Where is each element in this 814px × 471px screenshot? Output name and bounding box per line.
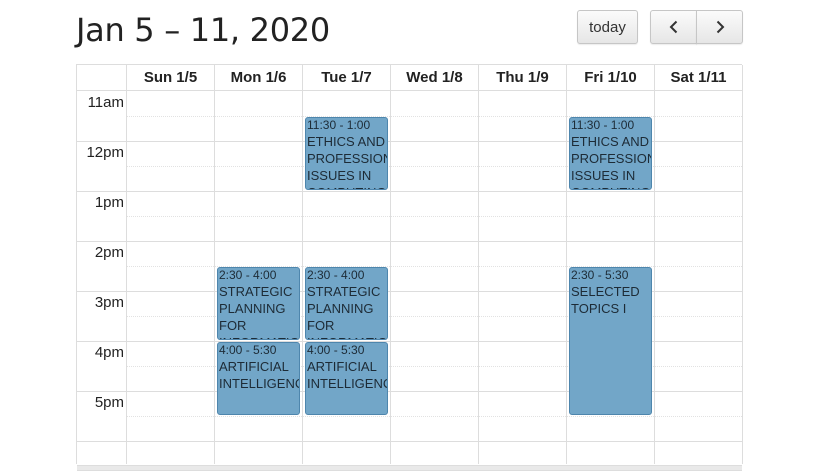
event-title: SELECTED TOPICS I [571, 284, 640, 316]
week-grid: Sun 1/5 Mon 1/6 Tue 1/7 Wed 1/8 Thu 1/9 Fri 1… [76, 64, 743, 471]
event-time: 2:30 - 4:00 [219, 268, 277, 282]
event-time: 4:00 - 5:30 [307, 343, 365, 357]
time-label-3: 2pm [94, 244, 124, 261]
event-time: 2:30 - 5:30 [571, 268, 629, 282]
day-header-5[interactable]: Fri 1/10 [567, 65, 654, 90]
hour-line [77, 241, 742, 242]
grid-bottom-band [77, 465, 742, 471]
column-divider [390, 65, 391, 464]
hour-line [77, 191, 742, 192]
column-divider [742, 65, 743, 464]
calendar-event[interactable]: 11:30 - 1:00 ETHICS AND PROFESSIONAL ISSU… [305, 117, 388, 190]
calendar-event[interactable]: 2:30 - 4:00 STRATEGIC PLANNING FOR INFORM… [217, 267, 300, 340]
calendar-event[interactable]: 11:30 - 1:00 ETHICS AND PROFESSIONAL ISSU… [569, 117, 652, 190]
chevron-left-icon [669, 20, 677, 34]
column-divider [126, 65, 127, 464]
column-divider [478, 65, 479, 464]
page-title: Jan 5 – 11, 2020 [76, 11, 330, 49]
half-hour-line [127, 216, 742, 217]
prev-week-button[interactable] [650, 10, 697, 44]
day-header-0[interactable]: Sun 1/5 [127, 65, 214, 90]
chevron-right-icon [716, 20, 724, 34]
time-label-5: 4pm [94, 344, 124, 361]
day-header-6[interactable]: Sat 1/11 [655, 65, 742, 90]
event-title: ARTIFICIAL INTELLIGENCE [219, 359, 299, 391]
column-divider [654, 65, 655, 464]
time-label-0: 11am [87, 94, 124, 111]
time-label-1: 12pm [86, 144, 124, 161]
today-button[interactable]: today [577, 10, 638, 44]
hour-line [77, 441, 742, 442]
column-divider [302, 65, 303, 464]
event-time: 11:30 - 1:00 [571, 118, 635, 132]
event-title: STRATEGIC PLANNING FOR INFORMATION [307, 284, 387, 339]
half-hour-line [127, 416, 742, 417]
time-label-4: 3pm [94, 294, 124, 311]
calendar-event[interactable]: 2:30 - 4:00 STRATEGIC PLANNING FOR INFORM… [305, 267, 388, 340]
today-button-label: today [589, 18, 626, 36]
next-week-button[interactable] [696, 10, 743, 44]
day-header-3[interactable]: Wed 1/8 [391, 65, 478, 90]
calendar-event[interactable]: 4:00 - 5:30 ARTIFICIAL INTELLIGENCE [217, 342, 300, 415]
day-header-4[interactable]: Thu 1/9 [479, 65, 566, 90]
calendar-event[interactable]: 4:00 - 5:30 ARTIFICIAL INTELLIGENCE [305, 342, 388, 415]
day-header-1[interactable]: Mon 1/6 [215, 65, 302, 90]
event-title: ETHICS AND PROFESSIONAL ISSUES IN COMPUT… [307, 134, 387, 189]
event-time: 4:00 - 5:30 [219, 343, 277, 357]
day-header-2[interactable]: Tue 1/7 [303, 65, 390, 90]
event-time: 2:30 - 4:00 [307, 268, 365, 282]
event-title: ETHICS AND PROFESSIONAL ISSUES IN COMPUT… [571, 134, 651, 189]
event-time: 11:30 - 1:00 [307, 118, 371, 132]
calendar-event[interactable]: 2:30 - 5:30 SELECTED TOPICS I [569, 267, 652, 415]
column-divider [566, 65, 567, 464]
event-title: ARTIFICIAL INTELLIGENCE [307, 359, 387, 391]
event-title: STRATEGIC PLANNING FOR INFORMATION [219, 284, 299, 339]
time-label-6: 5pm [94, 394, 124, 411]
day-header-row: Sun 1/5 Mon 1/6 Tue 1/7 Wed 1/8 Thu 1/9 Fri 1… [77, 65, 742, 91]
column-divider [214, 65, 215, 464]
time-label-2: 1pm [94, 194, 124, 211]
